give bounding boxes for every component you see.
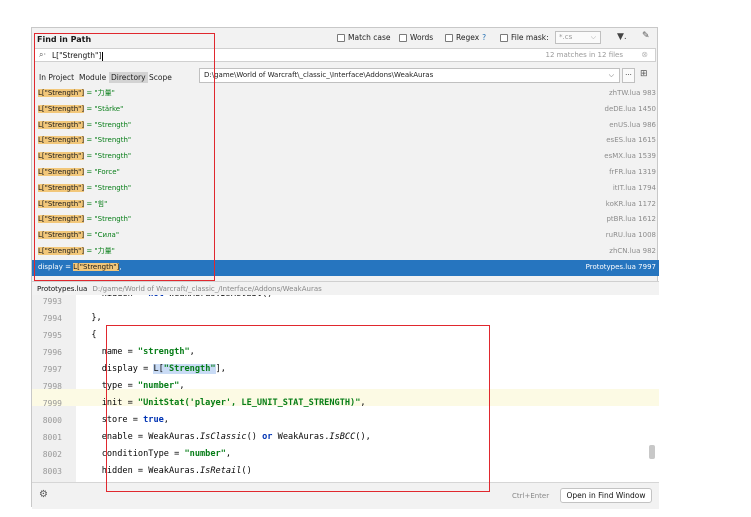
line-number: 7995 bbox=[42, 331, 62, 340]
preview-header: Prototypes.lua D:/game/World of Warcraft… bbox=[32, 281, 659, 296]
regex-box[interactable] bbox=[445, 33, 453, 42]
regex-help-link[interactable]: ? bbox=[482, 33, 486, 42]
preview-file-path: D:/game/World of Warcraft/_classic_/Inte… bbox=[92, 285, 322, 293]
recursive-icon[interactable]: ⊞ bbox=[640, 69, 648, 79]
code-line: }, bbox=[81, 313, 102, 323]
line-number: 7998 bbox=[42, 382, 62, 391]
result-file: koKR.lua 1172 bbox=[605, 199, 656, 208]
words-box[interactable] bbox=[399, 33, 407, 42]
chevron-down-icon[interactable]: ⌵ bbox=[609, 71, 614, 80]
file-mask-combo[interactable]: *.cs ⌵ bbox=[555, 31, 601, 44]
browse-button[interactable]: ... bbox=[622, 68, 635, 83]
annotation-box-results bbox=[34, 33, 215, 281]
result-file: enUS.lua 986 bbox=[609, 120, 656, 129]
match-count: 12 matches in 12 files bbox=[545, 51, 624, 59]
file-mask-box[interactable] bbox=[500, 33, 508, 42]
code-line: hidden = not WeakAuras.IsRetail() bbox=[81, 295, 273, 299]
file-mask-label: File mask: bbox=[511, 33, 549, 42]
line-number: 8003 bbox=[42, 467, 62, 476]
filter-icon[interactable]: ▼. bbox=[617, 32, 627, 42]
result-file: esMX.lua 1539 bbox=[604, 152, 656, 161]
regex-label: Regex bbox=[456, 33, 480, 42]
shortcut-hint: Ctrl+Enter bbox=[512, 492, 550, 500]
line-number: 7996 bbox=[42, 348, 62, 357]
line-number: 7994 bbox=[42, 314, 62, 323]
line-number: 7999 bbox=[42, 399, 62, 408]
clear-icon[interactable]: ⊗ bbox=[641, 50, 648, 59]
preview-file-name: Prototypes.lua bbox=[37, 285, 88, 293]
settings-icon[interactable]: ⚙ bbox=[39, 489, 48, 500]
result-file: zhCN.lua 982 bbox=[609, 246, 656, 255]
result-file: Prototypes.lua 7997 bbox=[585, 262, 656, 271]
result-file: esES.lua 1615 bbox=[606, 136, 656, 145]
annotation-box-code bbox=[106, 325, 490, 492]
directory-path-combo[interactable]: D:\game\World of Warcraft\_classic_\Inte… bbox=[199, 68, 620, 83]
open-in-find-window-button[interactable]: Open in Find Window bbox=[560, 488, 652, 503]
result-file: frFR.lua 1319 bbox=[609, 167, 656, 176]
directory-path: D:\game\World of Warcraft\_classic_\Inte… bbox=[204, 71, 434, 79]
words-checkbox[interactable]: Words bbox=[399, 33, 433, 42]
result-file: zhTW.lua 983 bbox=[609, 89, 656, 97]
match-case-label: Match case bbox=[348, 33, 391, 42]
pin-icon[interactable]: ✎ bbox=[642, 31, 650, 41]
line-number: 7993 bbox=[42, 297, 62, 306]
result-file: ruRU.lua 1008 bbox=[605, 231, 656, 240]
line-number: 8002 bbox=[42, 450, 62, 459]
file-mask-value: *.cs bbox=[559, 33, 573, 41]
file-mask-checkbox[interactable]: File mask: bbox=[500, 33, 549, 42]
words-label: Words bbox=[410, 33, 434, 42]
line-number: 7997 bbox=[42, 365, 62, 374]
scrollbar-thumb[interactable] bbox=[649, 445, 655, 459]
line-number: 8001 bbox=[42, 433, 62, 442]
result-file: ptBR.lua 1612 bbox=[606, 215, 656, 224]
line-number: 8000 bbox=[42, 416, 62, 425]
code-line: { bbox=[81, 330, 97, 340]
regex-checkbox[interactable]: Regex ? bbox=[445, 33, 486, 42]
match-case-box[interactable] bbox=[337, 33, 345, 42]
result-file: itIT.lua 1794 bbox=[612, 183, 656, 192]
match-case-checkbox[interactable]: Match case bbox=[337, 33, 391, 42]
result-file: deDE.lua 1450 bbox=[604, 104, 657, 113]
dropdown-icon[interactable]: ⌵ bbox=[591, 33, 596, 42]
